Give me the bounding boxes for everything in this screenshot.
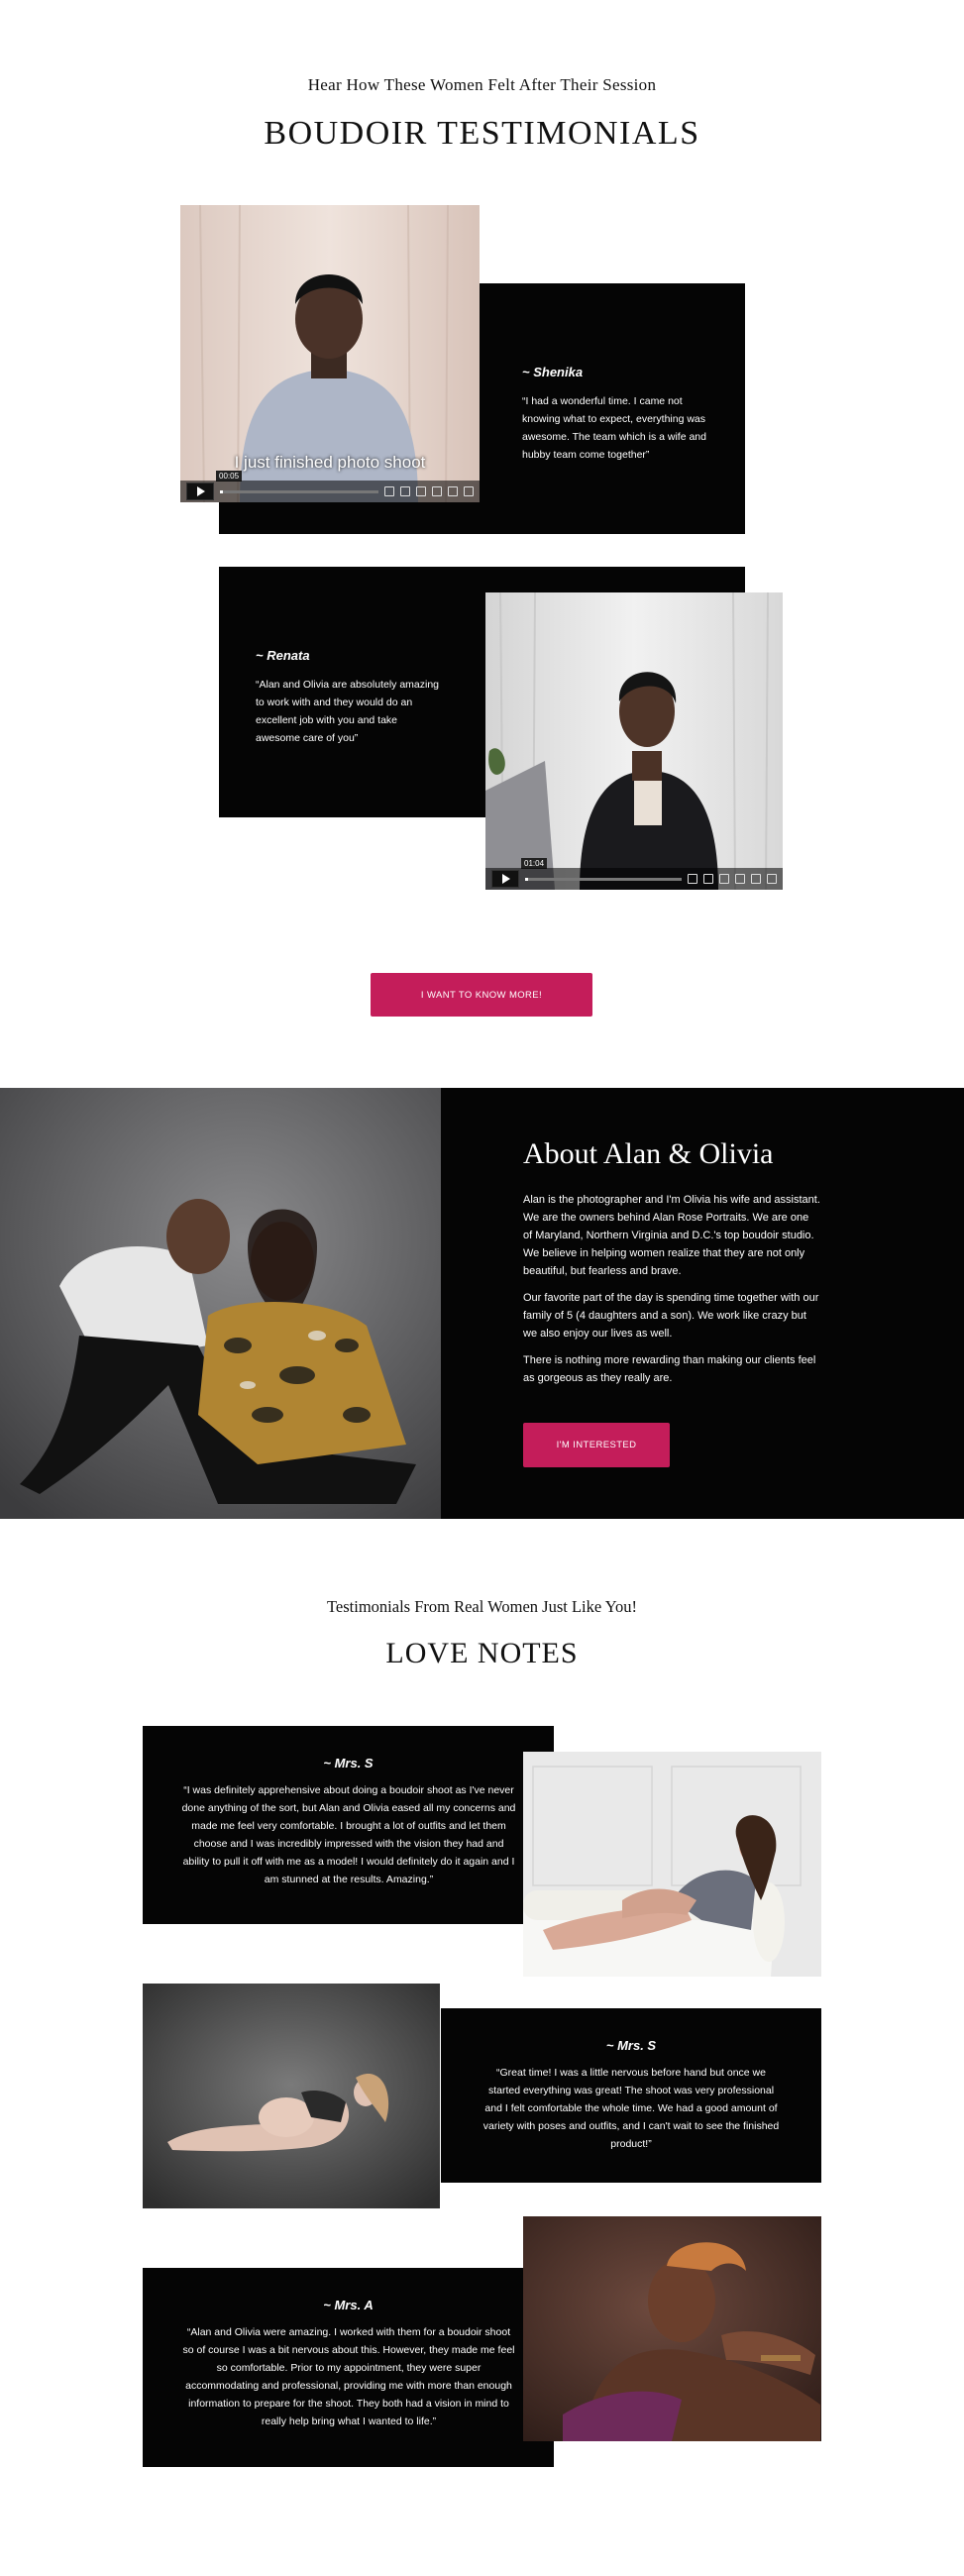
love-note-photo: [143, 1984, 440, 2208]
about-title: About Alan & Olivia: [523, 1137, 774, 1170]
pip-icon[interactable]: [751, 874, 761, 884]
fullscreen-icon[interactable]: [767, 874, 777, 884]
video-player-renata[interactable]: 01:04: [485, 592, 783, 890]
volume-icon[interactable]: [688, 874, 697, 884]
video-thumbnail: [485, 592, 783, 890]
play-icon[interactable]: [491, 870, 519, 888]
maternity-photo: [143, 1984, 440, 2208]
testimonial-name: ~ Renata: [256, 648, 310, 663]
love-note-card: ~ Mrs. S “I was definitely apprehensive …: [143, 1726, 554, 1924]
love-note-card: ~ Mrs. A “Alan and Olivia were amazing. …: [143, 2268, 554, 2467]
about-photo: [0, 1088, 441, 1519]
video-player-shenika[interactable]: I just finished photo shoot 00:05: [180, 205, 480, 502]
chapters-icon[interactable]: [416, 486, 426, 496]
portrait-photo: [523, 2216, 821, 2441]
captions-icon[interactable]: [703, 874, 713, 884]
section-title: BOUDOIR TESTIMONIALS: [264, 115, 700, 152]
volume-icon[interactable]: [384, 486, 394, 496]
captions-icon[interactable]: [400, 486, 410, 496]
love-note-quote: “I was definitely apprehensive about doi…: [181, 1784, 516, 1885]
love-note-name: ~ Mrs. A: [323, 2298, 374, 2312]
love-note-quote: “Alan and Olivia were amazing. I worked …: [182, 2326, 515, 2427]
video-controls: [180, 481, 480, 502]
love-note-card: ~ Mrs. S “Great time! I was a little ner…: [441, 2008, 821, 2183]
about-panel: About Alan & Olivia Alan is the photogra…: [441, 1088, 964, 1519]
pip-icon[interactable]: [448, 486, 458, 496]
know-more-button[interactable]: I WANT TO KNOW MORE!: [371, 973, 592, 1017]
about-text: Alan is the photographer and I'm Olivia …: [523, 1191, 820, 1396]
video-progress-bar[interactable]: [525, 877, 682, 881]
about-paragraph: Our favorite part of the day is spending…: [523, 1292, 819, 1340]
fullscreen-icon[interactable]: [464, 486, 474, 496]
love-note-name: ~ Mrs. S: [605, 2038, 657, 2053]
love-note-quote: “Great time! I was a little nervous befo…: [482, 2067, 780, 2150]
play-icon[interactable]: [186, 483, 214, 500]
couple-photo: [0, 1088, 441, 1519]
love-notes-subtitle: Testimonials From Real Women Just Like Y…: [326, 1597, 637, 1616]
video-progress-bar[interactable]: [220, 489, 378, 493]
testimonial-quote: “I had a wonderful time. I came not know…: [522, 395, 706, 461]
settings-icon[interactable]: [432, 486, 442, 496]
testimonial-name: ~ Shenika: [522, 365, 584, 379]
video-controls: [485, 868, 783, 890]
settings-icon[interactable]: [735, 874, 745, 884]
love-note-photo: [523, 1752, 821, 1977]
lingerie-photo: [523, 1752, 821, 1977]
testimonial-quote: “Alan and Olivia are absolutely amazing …: [256, 679, 440, 744]
interested-button[interactable]: I'M INTERESTED: [523, 1423, 670, 1467]
section-subtitle: Hear How These Women Felt After Their Se…: [307, 75, 657, 94]
about-paragraph: There is nothing more rewarding than mak…: [523, 1354, 816, 1384]
video-caption: I just finished photo shoot: [234, 453, 426, 472]
chapters-icon[interactable]: [719, 874, 729, 884]
love-note-name: ~ Mrs. S: [323, 1756, 374, 1771]
about-paragraph: Alan is the photographer and I'm Olivia …: [523, 1194, 820, 1277]
love-notes-title: LOVE NOTES: [385, 1637, 579, 1669]
love-note-photo: [523, 2216, 821, 2441]
